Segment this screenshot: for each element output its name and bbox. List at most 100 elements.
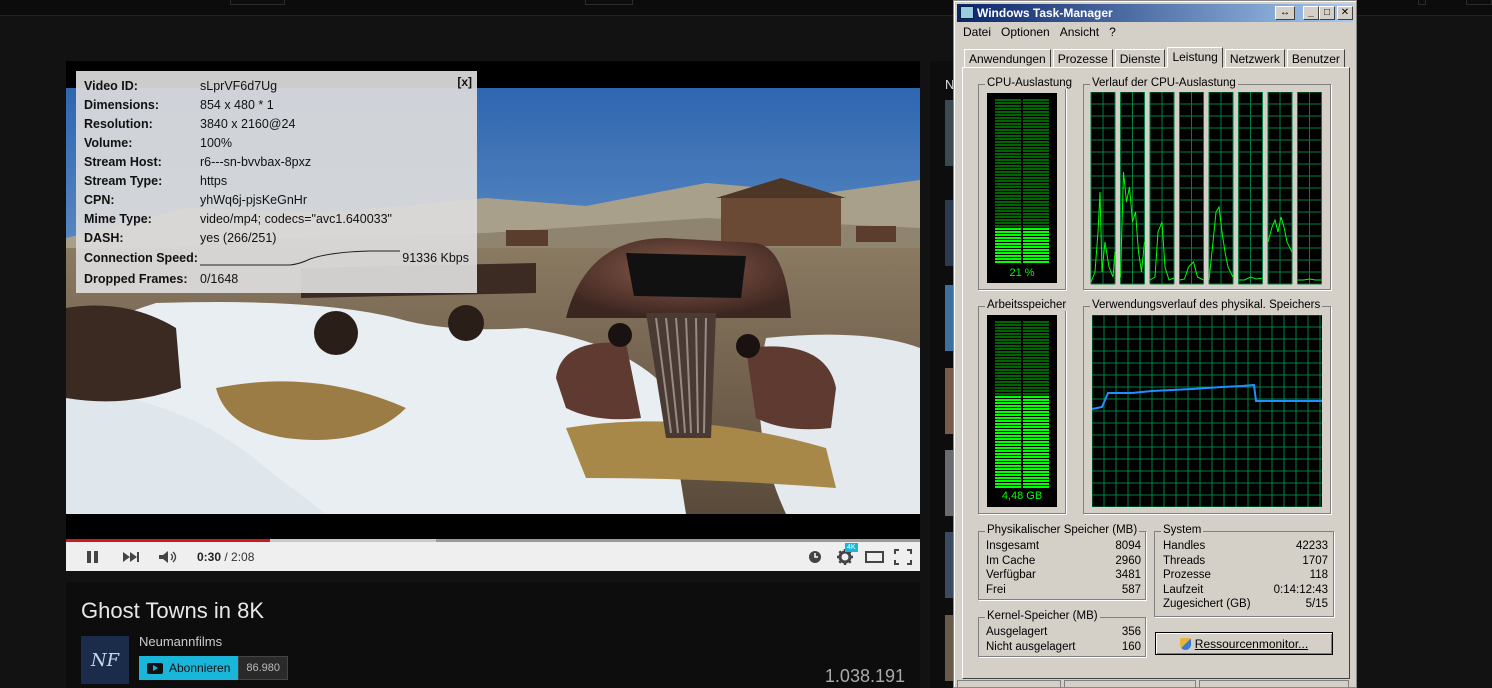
tab-leistung[interactable]: Leistung (1167, 47, 1223, 68)
meter-segment (995, 438, 1021, 440)
meter-segment (1023, 465, 1049, 467)
meter-segment (1023, 141, 1049, 143)
info-row: Handles 42233 (1163, 540, 1328, 554)
meter-segment (1023, 396, 1049, 398)
meter-segment (995, 477, 1021, 479)
stats-row: Stream Type: https (84, 172, 469, 190)
meter-segment (995, 354, 1021, 356)
meter-segment (995, 204, 1021, 206)
info-value: 1707 (1302, 554, 1328, 567)
info-value: 2960 (1115, 554, 1141, 567)
meter-segment (1023, 114, 1049, 116)
close-button[interactable]: ✕ (1337, 6, 1353, 20)
menu-item[interactable]: Optionen (996, 23, 1055, 41)
settings-button[interactable]: 4K (836, 542, 858, 571)
meter-segment (995, 252, 1021, 254)
meter-segment (1023, 153, 1049, 155)
channel-avatar[interactable]: NF (81, 636, 129, 684)
info-value: 356 (1121, 626, 1141, 638)
meter-segment (1023, 162, 1049, 164)
meter-segment (995, 378, 1021, 380)
memory-label: Arbeitsspeicher (985, 299, 1069, 311)
minimize-button[interactable]: _ (1303, 6, 1319, 20)
meter-segment (995, 144, 1021, 146)
task-manager-status-bar (957, 680, 1353, 688)
meter-segment (1023, 447, 1049, 449)
meter-segment (995, 111, 1021, 113)
menu-item[interactable]: Datei (958, 23, 996, 41)
video-title: Ghost Towns in 8K (81, 598, 265, 623)
meter-segment (995, 429, 1021, 431)
meter-segment (1023, 477, 1049, 479)
meter-segment (995, 258, 1021, 260)
meter-segment (995, 201, 1021, 203)
stats-key: Dimensions: (84, 98, 160, 112)
tab-anwendungen[interactable]: Anwendungen (964, 49, 1051, 68)
meter-segment (1023, 330, 1049, 332)
meter-segment (1023, 426, 1049, 428)
volume-button[interactable] (158, 542, 178, 571)
watch-later-button[interactable] (808, 542, 822, 571)
tab-benutzer[interactable]: Benutzer (1286, 49, 1345, 68)
meter-segment (1023, 372, 1049, 374)
meter-segment (1023, 345, 1049, 347)
meter-segment (1023, 321, 1049, 323)
meter-segment (995, 423, 1021, 425)
meter-segment (1023, 195, 1049, 197)
meter-segment (995, 159, 1021, 161)
tab-prozesse[interactable]: Prozesse (1052, 49, 1113, 68)
next-button[interactable] (122, 542, 140, 571)
stats-row: DASH: yes (266/251) (84, 229, 469, 247)
meter-segment (995, 342, 1021, 344)
meter-segment (1023, 231, 1049, 233)
meter-segment (995, 390, 1021, 392)
meter-segment (995, 324, 1021, 326)
meter-segment (995, 138, 1021, 140)
tab-dienste[interactable]: Dienste (1114, 49, 1166, 68)
meter-segment (995, 453, 1021, 455)
meter-segment (1023, 156, 1049, 158)
fullscreen-button[interactable] (894, 542, 912, 571)
menu-item[interactable]: ? (1104, 23, 1121, 41)
maximize-icon: □ (1323, 7, 1331, 18)
stats-row: Volume: 100% (84, 134, 469, 152)
resource-monitor-button[interactable]: Ressourcenmonitor... (1155, 632, 1333, 655)
meter-segment (995, 213, 1021, 215)
meter-segment (995, 360, 1021, 362)
meter-segment (995, 339, 1021, 341)
meter-segment (995, 189, 1021, 191)
info-row: Nicht ausgelagert 160 (986, 641, 1141, 655)
stats-value: 0/1648 (200, 272, 239, 286)
stats-row: Resolution: 3840 x 2160@24 (84, 115, 469, 133)
meter-segment (1023, 378, 1049, 380)
channel-name[interactable]: Neumannfilms (139, 634, 222, 649)
meter-segment (1023, 456, 1049, 458)
cpu-history-graphs (1090, 92, 1322, 285)
meter-segment (1023, 192, 1049, 194)
meter-segment (995, 357, 1021, 359)
theater-mode-button[interactable] (865, 542, 885, 571)
meter-segment (1023, 357, 1049, 359)
info-key: Verfügbar (986, 569, 1036, 581)
meter-segment (995, 162, 1021, 164)
meter-segment (1023, 366, 1049, 368)
meter-segment (1023, 249, 1049, 251)
subscribe-button[interactable]: Abonnieren (139, 656, 239, 680)
tab-netzwerk[interactable]: Netzwerk (1224, 49, 1285, 68)
maximize-button[interactable]: □ (1319, 6, 1335, 20)
meter-segment (995, 168, 1021, 170)
meter-segment (1023, 159, 1049, 161)
meter-segment (1023, 234, 1049, 236)
info-key: Zugesichert (GB) (1163, 598, 1251, 610)
restore-size-button[interactable]: ↔ (1275, 6, 1295, 20)
pause-button[interactable] (86, 542, 100, 571)
info-value: 118 (1309, 569, 1328, 581)
meter-segment (1023, 444, 1049, 446)
meter-segment (1023, 324, 1049, 326)
meter-segment (1023, 129, 1049, 131)
meter-segment (995, 387, 1021, 389)
menu-item[interactable]: Ansicht (1055, 23, 1104, 41)
window-title-bar[interactable]: Windows Task-Manager ↔ _ □ ✕ (957, 4, 1353, 22)
meter-segment (1023, 480, 1049, 482)
meter-segment (995, 432, 1021, 434)
